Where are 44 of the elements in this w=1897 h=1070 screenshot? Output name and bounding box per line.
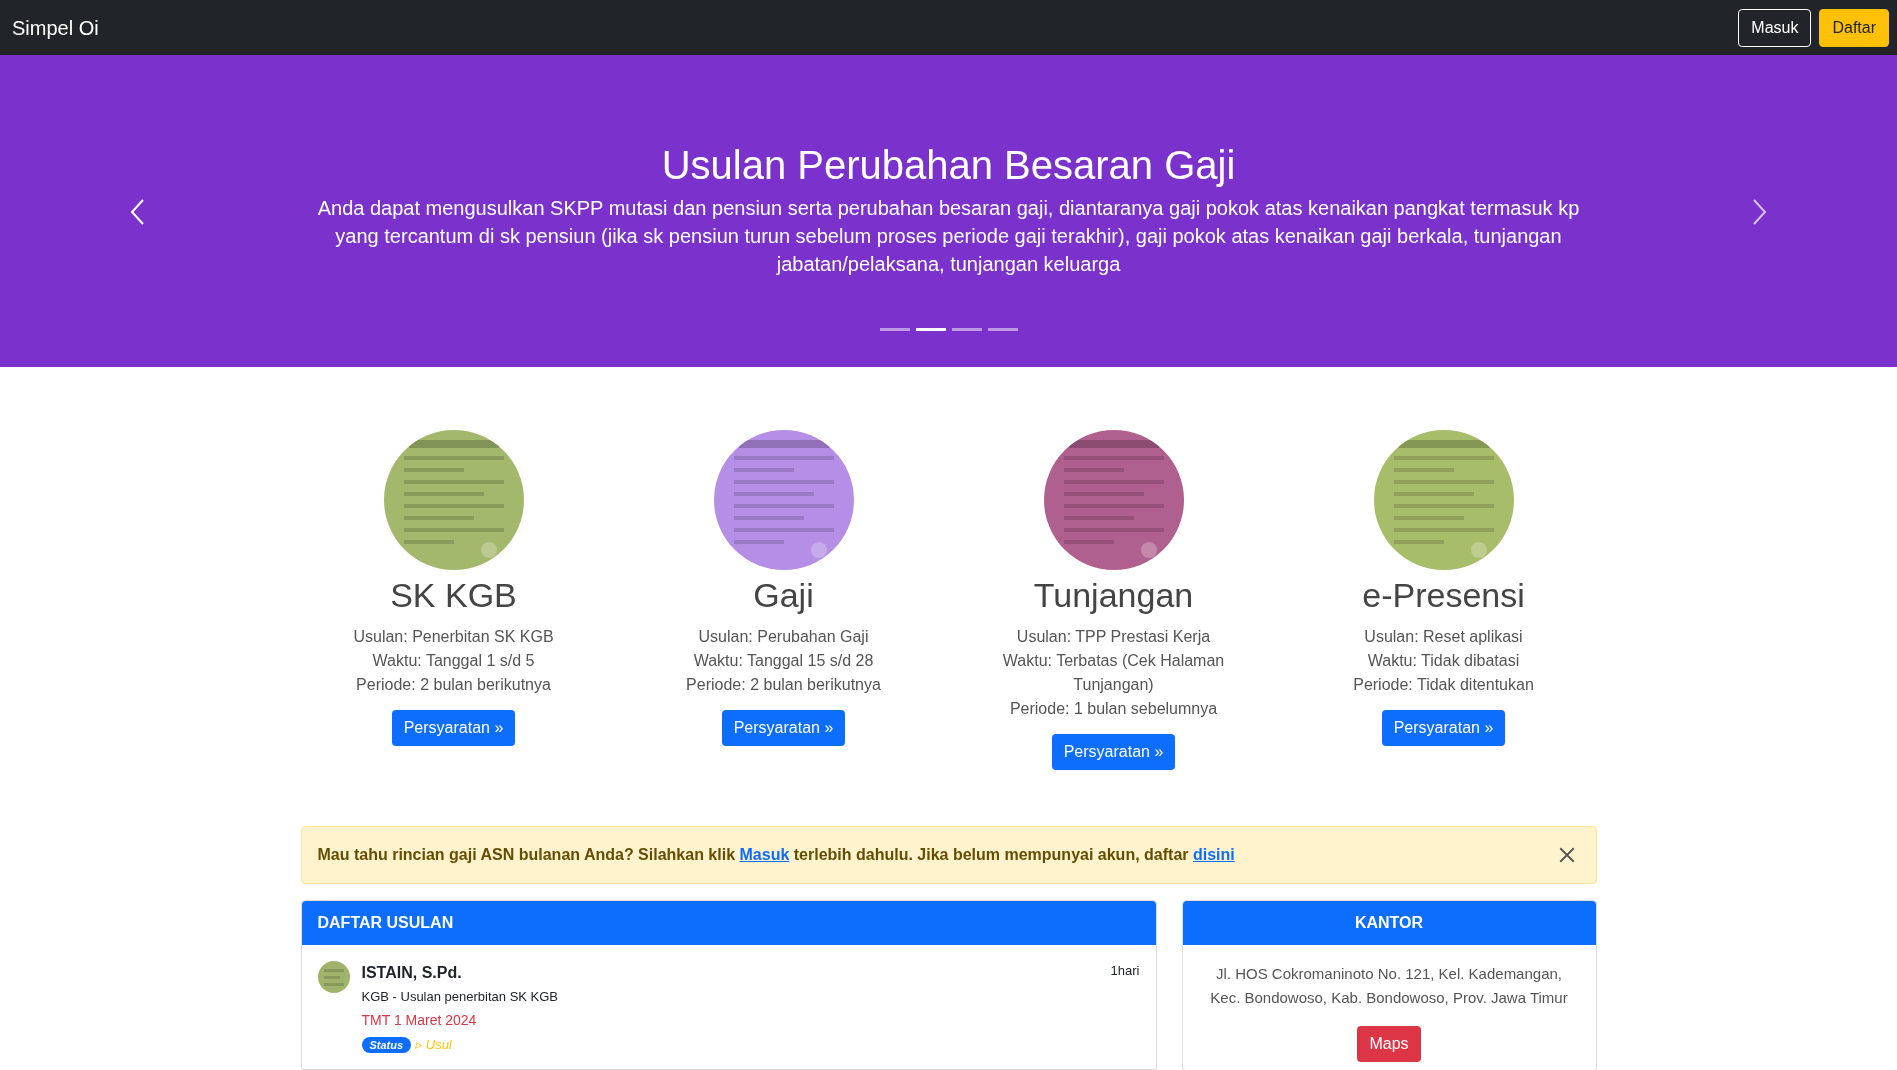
panel-header: KANTOR xyxy=(1182,900,1596,945)
service-title: Gaji xyxy=(753,575,814,616)
service-info: Periode: 2 bulan berikutnya xyxy=(686,674,881,695)
service-info: Waktu: Tanggal 1 s/d 5 xyxy=(372,650,535,671)
proposal-time: 1hari xyxy=(1110,961,1140,980)
requirements-button[interactable]: Persyaratan » xyxy=(1051,733,1176,770)
brand[interactable]: Simpel Oi xyxy=(12,12,99,43)
carousel-indicator[interactable] xyxy=(915,328,946,331)
service-info: Usulan: Reset aplikasi xyxy=(1364,626,1523,647)
proposal-tmt: TMT 1 Maret 2024 xyxy=(361,1011,478,1030)
carousel-indicator[interactable] xyxy=(951,328,982,331)
alert-link[interactable]: disini xyxy=(1192,845,1235,863)
carousel-text: Anda dapat mengusulkan SKPP mutasi dan pensiun serta perubahan besaran gaji, diantaranya gaji pokok atas kenaikan pangkat termasuk kp yang tercantum di sk pensiun (jika sk pensiun turun sebelum proses periode gaji terakhir), gaji pokok atas kenaikan gaji berkala, tunjangan jabatan/pelaksana, tunjangan keluarga xyxy=(316,196,1581,277)
service-info: Waktu: Tanggal 15 s/d 28 xyxy=(693,650,874,671)
alert-link[interactable]: Masuk xyxy=(739,845,790,863)
proposal-detail: KGB - Usulan penerbitan SK KGB xyxy=(361,987,560,1006)
maps-button[interactable]: Maps xyxy=(1357,1025,1421,1062)
login-button[interactable]: Masuk xyxy=(1738,8,1812,47)
status-text: ▹ Usul xyxy=(415,1036,452,1054)
service-title: e-Presensi xyxy=(1362,575,1525,616)
panel-header: DAFTAR USULAN xyxy=(301,900,1156,945)
service-title: Tunjangan xyxy=(1033,575,1194,616)
requirements-button[interactable]: Persyaratan » xyxy=(1381,709,1506,746)
service-title: SK KGB xyxy=(390,575,517,616)
carousel-title: Usulan Perubahan Besaran Gaji xyxy=(661,142,1236,189)
service-info: Periode: 1 bulan sebelumnya xyxy=(1009,698,1218,719)
proposer-name: ISTAIN, S.Pd. xyxy=(361,962,463,983)
proposal-item[interactable]: ISTAIN, S.Pd. KGB - Usulan penerbitan SK KGB TMT 1 Maret 2024 Status ▹ Usul 1hari xyxy=(301,944,1156,1070)
service-info: Usulan: Penerbitan SK KGB xyxy=(353,626,554,647)
office-address: Jl. HOS Cokromaninoto No. 121, Kel. Kademangan, Kec. Bondowoso, Kab. Bondowoso, Prov. Jawa Timur xyxy=(1209,963,1569,1008)
service-info: Periode: 2 bulan berikutnya xyxy=(356,674,551,695)
service-info: Waktu: Terbatas (Cek Halaman Tunjangan) xyxy=(1001,650,1226,695)
carousel-indicator[interactable] xyxy=(987,328,1018,331)
register-button[interactable]: Daftar xyxy=(1819,8,1889,47)
requirements-button[interactable]: Persyaratan » xyxy=(721,709,846,746)
close-icon[interactable] xyxy=(1557,845,1576,864)
service-info: Periode: Tidak ditentukan xyxy=(1353,674,1534,695)
service-info: Usulan: Perubahan Gaji xyxy=(698,626,869,647)
alert-text: Mau tahu rincian gaji ASN bulanan Anda? Silahkan klik Masuk terlebih dahulu. Jika belum mempunyai akun, daftar disini xyxy=(317,844,1235,865)
carousel-indicator[interactable] xyxy=(879,328,910,331)
service-info: Waktu: Tidak dibatasi xyxy=(1367,650,1520,671)
requirements-button[interactable]: Persyaratan » xyxy=(391,709,516,746)
status-badge: Status xyxy=(361,1036,412,1053)
service-info: Usulan: TPP Prestasi Kerja xyxy=(1016,626,1211,647)
